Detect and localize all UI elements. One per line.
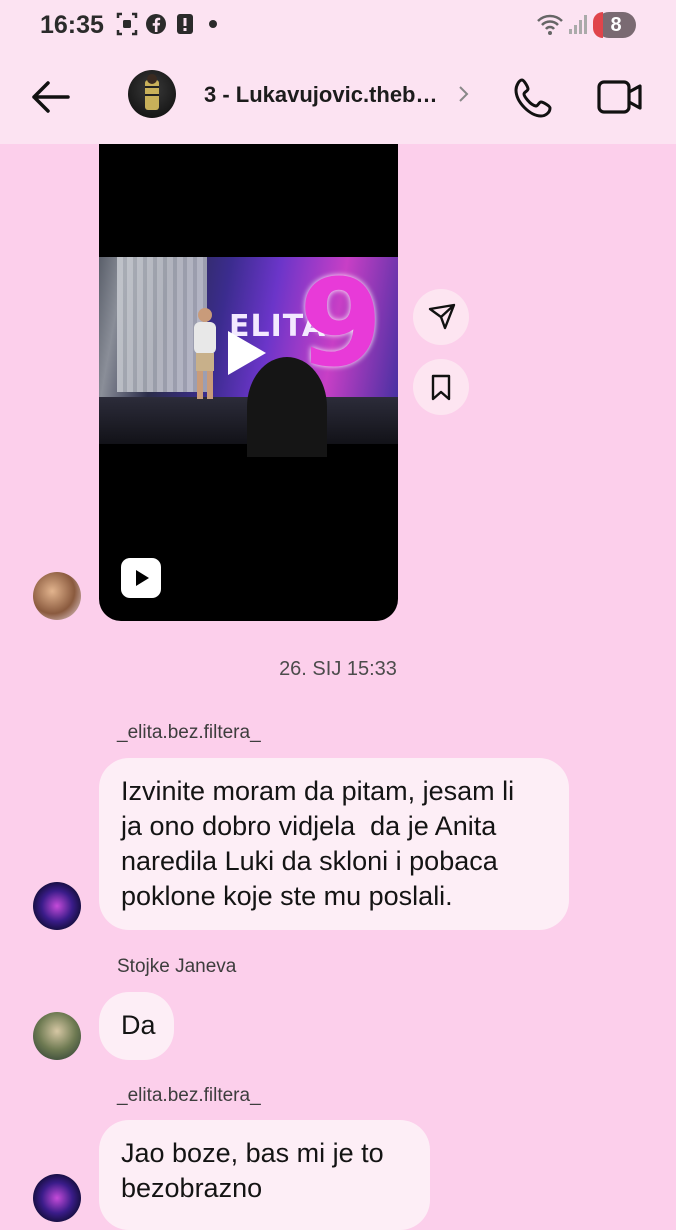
sender-avatar[interactable] <box>33 572 81 620</box>
contact-avatar[interactable] <box>128 70 176 118</box>
message-bubble[interactable]: Da <box>99 992 174 1060</box>
chevron-right-icon <box>459 86 469 102</box>
back-button[interactable] <box>26 77 74 117</box>
screenshot-icon <box>116 12 138 36</box>
bookmark-icon <box>431 374 451 401</box>
message-timestamp: 26. SIJ 15:33 <box>279 658 397 680</box>
message-text: Jao boze, bas mi je to <box>121 1138 384 1168</box>
conversation-title[interactable]: 3 - Lukavujovic.theb… <box>204 82 438 108</box>
video-call-button[interactable] <box>596 77 644 117</box>
message-bubble[interactable]: Jao boze, bas mi je to bezobrazno <box>99 1120 430 1230</box>
chat-header: 3 - Lukavujovic.theb… <box>0 52 676 144</box>
sender-avatar[interactable] <box>33 1174 81 1222</box>
facebook-icon <box>146 14 166 34</box>
sender-avatar[interactable] <box>33 1012 81 1060</box>
send-icon <box>428 303 456 330</box>
reel-icon <box>121 558 161 598</box>
play-icon[interactable] <box>224 327 270 379</box>
alert-icon <box>177 14 193 34</box>
signal-icon <box>569 15 587 34</box>
wifi-icon <box>537 14 563 35</box>
person-figure <box>194 308 216 399</box>
battery-indicator: 8 <box>593 12 636 38</box>
sender-avatar[interactable] <box>33 882 81 930</box>
status-time: 16:35 <box>40 11 104 39</box>
sender-name: Stojke Janeva <box>117 956 237 977</box>
message-text: naredila Luki da skloni i pobaca <box>121 846 498 876</box>
share-button[interactable] <box>413 289 469 345</box>
message-text: Izvinite moram da pitam, jesam li <box>121 776 515 806</box>
message-text: poklone koje ste mu poslali. <box>121 881 453 911</box>
message-text: ja ono dobro vidjela da je Anita <box>121 811 497 841</box>
sender-name: _elita.bez.filtera_ <box>117 1085 261 1106</box>
status-bar: 16:35 8 <box>0 0 676 52</box>
message-bubble[interactable]: Izvinite moram da pitam, jesam li ja ono… <box>99 758 569 930</box>
shared-video[interactable]: ELITA 9 <box>99 144 398 621</box>
dot-icon <box>209 20 217 28</box>
sender-name: _elita.bez.filtera_ <box>117 722 261 743</box>
call-button[interactable] <box>512 76 558 120</box>
message-text: Da <box>121 1010 156 1040</box>
save-button[interactable] <box>413 359 469 415</box>
